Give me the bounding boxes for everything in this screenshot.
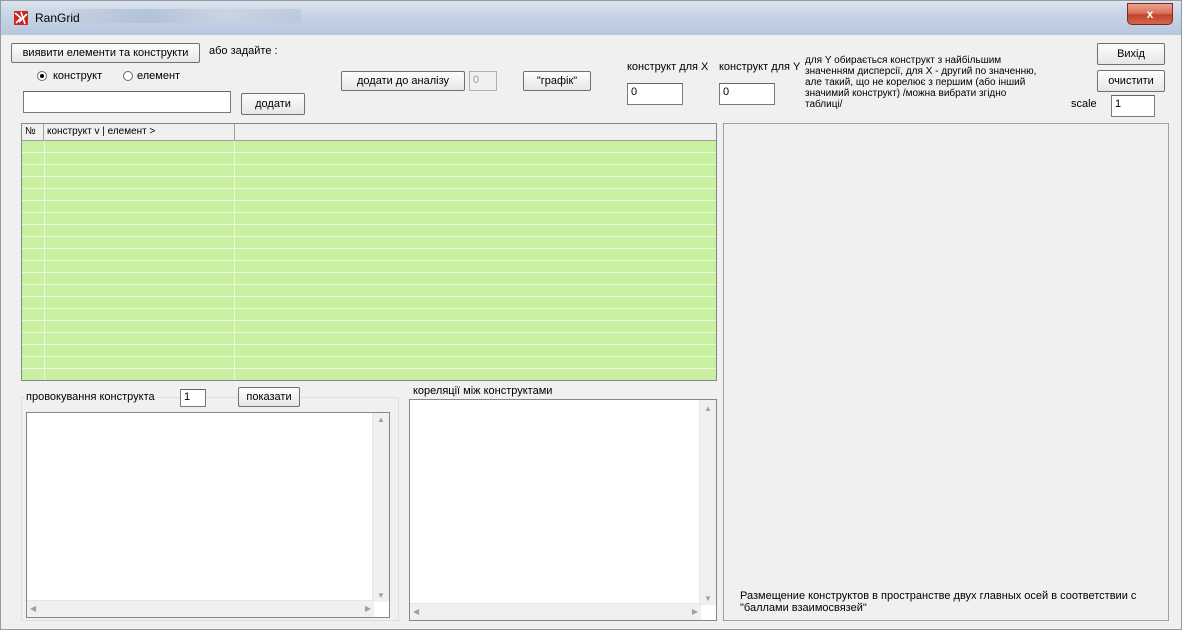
axis-selection-note: для Y обирається конструкт з найбільшим … [805, 55, 1075, 110]
vertical-scrollbar[interactable]: ▲ ▼ [372, 413, 389, 602]
radio-construct[interactable] [37, 71, 47, 81]
vertical-scrollbar[interactable]: ▲ ▼ [699, 400, 716, 605]
radio-construct-label: конструкт [53, 70, 103, 82]
grid-header-number[interactable]: № [22, 124, 44, 140]
radio-element-label: елемент [137, 70, 181, 82]
add-button[interactable]: додати [241, 93, 305, 115]
scroll-right-icon[interactable]: ▶ [692, 607, 698, 616]
repertory-grid-table[interactable]: № конструкт v | елемент > [21, 123, 717, 381]
client-area: виявити елементи та конструкти або задай… [9, 35, 1175, 625]
exit-button[interactable]: Вихід [1097, 43, 1165, 65]
scroll-left-icon[interactable]: ◀ [30, 604, 36, 613]
scroll-down-icon[interactable]: ▼ [704, 594, 712, 603]
plot-panel: Размещение конструктов в пространстве дв… [723, 123, 1169, 621]
construct-x-input[interactable]: 0 [627, 83, 683, 105]
radio-element[interactable] [123, 71, 133, 81]
probe-output-memo[interactable]: ▲ ▼ ◀ ▶ [26, 412, 390, 618]
construct-y-input[interactable]: 0 [719, 83, 775, 105]
detect-elements-button[interactable]: виявити елементи та конструкти [11, 43, 200, 63]
horizontal-scrollbar[interactable]: ◀ ▶ [410, 603, 701, 620]
construct-x-label: конструкт для X [627, 61, 709, 73]
scale-input[interactable]: 1 [1111, 95, 1155, 117]
scale-label: scale [1071, 98, 1097, 110]
analysis-count-field: 0 [469, 71, 497, 91]
note-line: таблиці/ [805, 99, 843, 110]
probe-construct-input[interactable]: 1 [180, 389, 206, 407]
graph-button[interactable]: "графік" [523, 71, 591, 91]
plot-caption-line: "баллами взаимосвязей" [740, 602, 867, 614]
horizontal-scrollbar[interactable]: ◀ ▶ [27, 600, 374, 617]
note-line: для Y обирається конструкт з найбільшим [805, 55, 1002, 66]
window-title: RanGrid [35, 11, 80, 25]
scroll-left-icon[interactable]: ◀ [413, 607, 419, 616]
probe-construct-group: провокування конструкта 1 показати ▲ ▼ ◀… [21, 387, 399, 621]
grid-rows[interactable] [22, 141, 716, 380]
scroll-up-icon[interactable]: ▲ [704, 404, 712, 413]
plot-caption: Размещение конструктов в пространстве дв… [740, 590, 1136, 614]
add-input[interactable] [23, 91, 231, 113]
or-set-label: або задайте : [209, 45, 278, 57]
grid-header: № конструкт v | елемент > [22, 124, 716, 141]
title-bar-blurred-area [71, 9, 301, 23]
scroll-up-icon[interactable]: ▲ [377, 415, 385, 424]
correlations-memo[interactable]: ▲ ▼ ◀ ▶ [409, 399, 717, 621]
scroll-right-icon[interactable]: ▶ [365, 604, 371, 613]
app-window: RanGrid x виявити елементи та конструкти… [0, 0, 1182, 630]
title-bar[interactable]: RanGrid x [1, 1, 1181, 35]
grid-header-construct[interactable]: конструкт v | елемент > [44, 124, 235, 140]
note-line: але такий, що не корелює з першим (або і… [805, 77, 1026, 88]
close-button[interactable]: x [1127, 3, 1173, 25]
scroll-down-icon[interactable]: ▼ [377, 591, 385, 600]
probe-construct-label: провокування конструкта [24, 391, 157, 403]
add-to-analysis-button[interactable]: додати до аналізу [341, 71, 465, 91]
note-line: значимий конструкт) /можна вибрати згідн… [805, 88, 1007, 99]
clear-button[interactable]: очистити [1097, 70, 1165, 92]
note-line: значенням дисперсії, для X - другий по з… [805, 66, 1037, 77]
app-icon [14, 11, 28, 25]
plot-caption-line: Размещение конструктов в пространстве дв… [740, 590, 1137, 602]
show-button[interactable]: показати [238, 387, 300, 407]
correlations-label: кореляції між конструктами [413, 385, 553, 397]
construct-y-label: конструкт для Y [719, 61, 801, 73]
